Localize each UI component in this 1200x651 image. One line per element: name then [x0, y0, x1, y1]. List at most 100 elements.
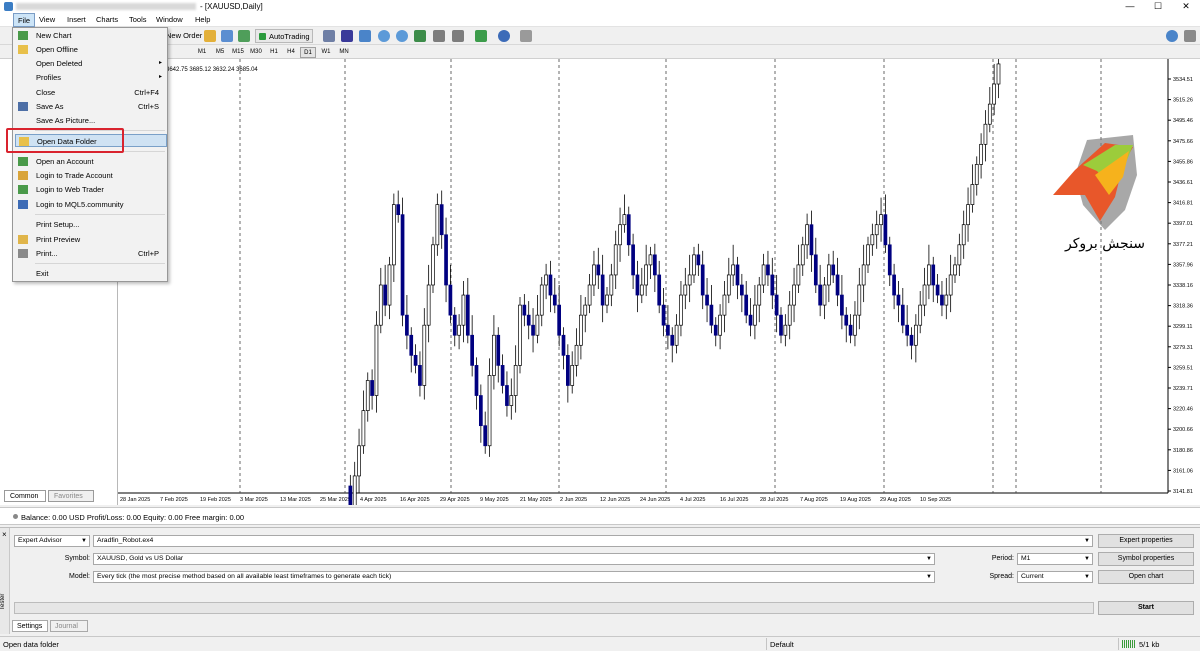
timeframe-d1[interactable]: D1 [300, 47, 316, 58]
tab-settings[interactable]: Settings [12, 620, 48, 632]
new-order-button[interactable]: New Order [166, 29, 202, 43]
menu-item-save-as-picture[interactable]: Save As Picture... [15, 114, 167, 127]
menu-item-print[interactable]: Print... Ctrl+P [15, 247, 167, 260]
timeframe-m15[interactable]: M15 [230, 47, 246, 58]
menu-item-open-account[interactable]: Open an Account [15, 155, 167, 168]
menu-charts[interactable]: Charts [96, 15, 118, 24]
autoscroll-icon[interactable] [452, 30, 464, 42]
menu-item-print-preview[interactable]: Print Preview [15, 233, 167, 246]
candle-body [726, 274, 731, 296]
menu-item-save-as[interactable]: Save As Ctrl+S [15, 100, 167, 113]
candle-body [648, 254, 653, 266]
menu-item-open-offline[interactable]: Open Offline [15, 43, 167, 56]
candlestick-chart[interactable]: 3642.75 3685.12 3632.24 3685.04 3534.51 3… [118, 59, 1200, 505]
menu-item-login-mql5[interactable]: Login to MQL5.community [15, 198, 167, 211]
timeframe-m5[interactable]: M5 [212, 47, 228, 58]
candle-body [409, 334, 414, 356]
symbol-select[interactable]: XAUUSD, Gold vs US Dollar ▼ [93, 553, 935, 565]
close-icon[interactable]: × [2, 530, 7, 539]
experts-icon[interactable] [238, 30, 250, 42]
tab-journal[interactable]: Journal [50, 620, 88, 632]
menu-item-open-deleted[interactable]: Open Deleted ▸ [15, 57, 167, 70]
search-icon[interactable] [1166, 30, 1178, 42]
model-select[interactable]: Every tick (the most precise method base… [93, 571, 935, 583]
timeframe-h4[interactable]: H4 [283, 47, 299, 58]
tab-favorites[interactable]: Favorites [48, 490, 94, 502]
timeframe-mn[interactable]: MN [336, 47, 352, 58]
menu-insert[interactable]: Insert [67, 15, 86, 24]
symbol-properties-button[interactable]: Symbol properties [1098, 552, 1194, 566]
menu-tools[interactable]: Tools [129, 15, 147, 24]
zoom-out-icon[interactable] [396, 30, 408, 42]
price-chart[interactable]: 3642.75 3685.12 3632.24 3685.04 3534.51 3… [118, 59, 1200, 505]
candle-body [970, 184, 975, 205]
menu-item-login-web[interactable]: Login to Web Trader [15, 183, 167, 196]
submenu-arrow-icon: ▸ [158, 74, 162, 80]
candle-body [705, 294, 709, 306]
period-select[interactable]: M1 ▼ [1017, 553, 1093, 565]
market-watch-icon[interactable] [204, 30, 216, 42]
line-chart-icon[interactable] [359, 30, 371, 42]
candle-body [940, 294, 944, 306]
menu-item-profiles[interactable]: Profiles ▸ [15, 71, 167, 84]
menu-window[interactable]: Window [156, 15, 183, 24]
chat-icon[interactable] [1184, 30, 1196, 42]
autotrading-button[interactable]: AutoTrading [255, 29, 313, 43]
menu-item-close[interactable]: Close Ctrl+F4 [15, 86, 167, 99]
timeframe-w1[interactable]: W1 [318, 47, 334, 58]
maximize-button[interactable]: ☐ [1144, 0, 1172, 13]
zoom-in-icon[interactable] [378, 30, 390, 42]
candle-body [370, 380, 374, 396]
chart-shift-icon[interactable] [433, 30, 445, 42]
tester-sidebar: × Tester [0, 528, 10, 634]
price-label: 3200.66 [1173, 427, 1193, 433]
timeframe-m1[interactable]: M1 [194, 47, 210, 58]
tester-type-select[interactable]: Expert Advisor ▼ [14, 535, 90, 547]
candle-body [579, 314, 583, 346]
menu-item-print-setup[interactable]: Print Setup... [15, 218, 167, 231]
periods-icon[interactable] [498, 30, 510, 42]
candle-body [357, 445, 361, 477]
candlestick-icon[interactable] [341, 30, 353, 42]
candle-body [909, 334, 914, 346]
start-button[interactable]: Start [1098, 601, 1194, 615]
menu-view[interactable]: View [39, 15, 55, 24]
candle-body [753, 304, 757, 326]
tile-windows-icon[interactable] [414, 30, 426, 42]
candle-body [413, 354, 418, 366]
bar-chart-icon[interactable] [323, 30, 335, 42]
menu-item-new-chart[interactable]: New Chart [15, 29, 167, 42]
candle-body [879, 214, 883, 226]
expert-select[interactable]: Aradfin_Robot.ex4 ▼ [93, 535, 1093, 547]
candle-body [426, 284, 431, 326]
timeframe-m30[interactable]: M30 [248, 47, 264, 58]
candle-body [874, 224, 879, 236]
mql5-icon [18, 200, 28, 209]
menu-file[interactable]: File [13, 13, 36, 27]
menu-item-label: Print Setup... [36, 220, 80, 229]
menu-item-exit[interactable]: Exit [15, 267, 167, 280]
print-icon [18, 249, 28, 258]
open-chart-button[interactable]: Open chart [1098, 570, 1194, 584]
candle-body [735, 264, 740, 286]
templates-icon[interactable] [520, 30, 532, 42]
close-button[interactable]: ✕ [1172, 0, 1200, 13]
indicators-icon[interactable] [475, 30, 487, 42]
tab-common[interactable]: Common [4, 490, 46, 502]
candle-body [352, 475, 357, 505]
candle-body [639, 284, 644, 296]
menu-help[interactable]: Help [195, 15, 210, 24]
candle-body [452, 314, 457, 336]
signals-icon[interactable] [221, 30, 233, 42]
candle-body [892, 274, 896, 296]
status-separator [1118, 638, 1119, 650]
candle-body [844, 314, 849, 326]
menu-item-label: Login to MQL5.community [36, 200, 124, 209]
timeframe-h1[interactable]: H1 [266, 47, 282, 58]
minimize-button[interactable]: — [1116, 0, 1144, 13]
menu-item-login-trade[interactable]: Login to Trade Account [15, 169, 167, 182]
candle-body [983, 123, 988, 145]
candle-body [905, 324, 910, 336]
expert-properties-button[interactable]: Expert properties [1098, 534, 1194, 548]
spread-select[interactable]: Current ▼ [1017, 571, 1093, 583]
